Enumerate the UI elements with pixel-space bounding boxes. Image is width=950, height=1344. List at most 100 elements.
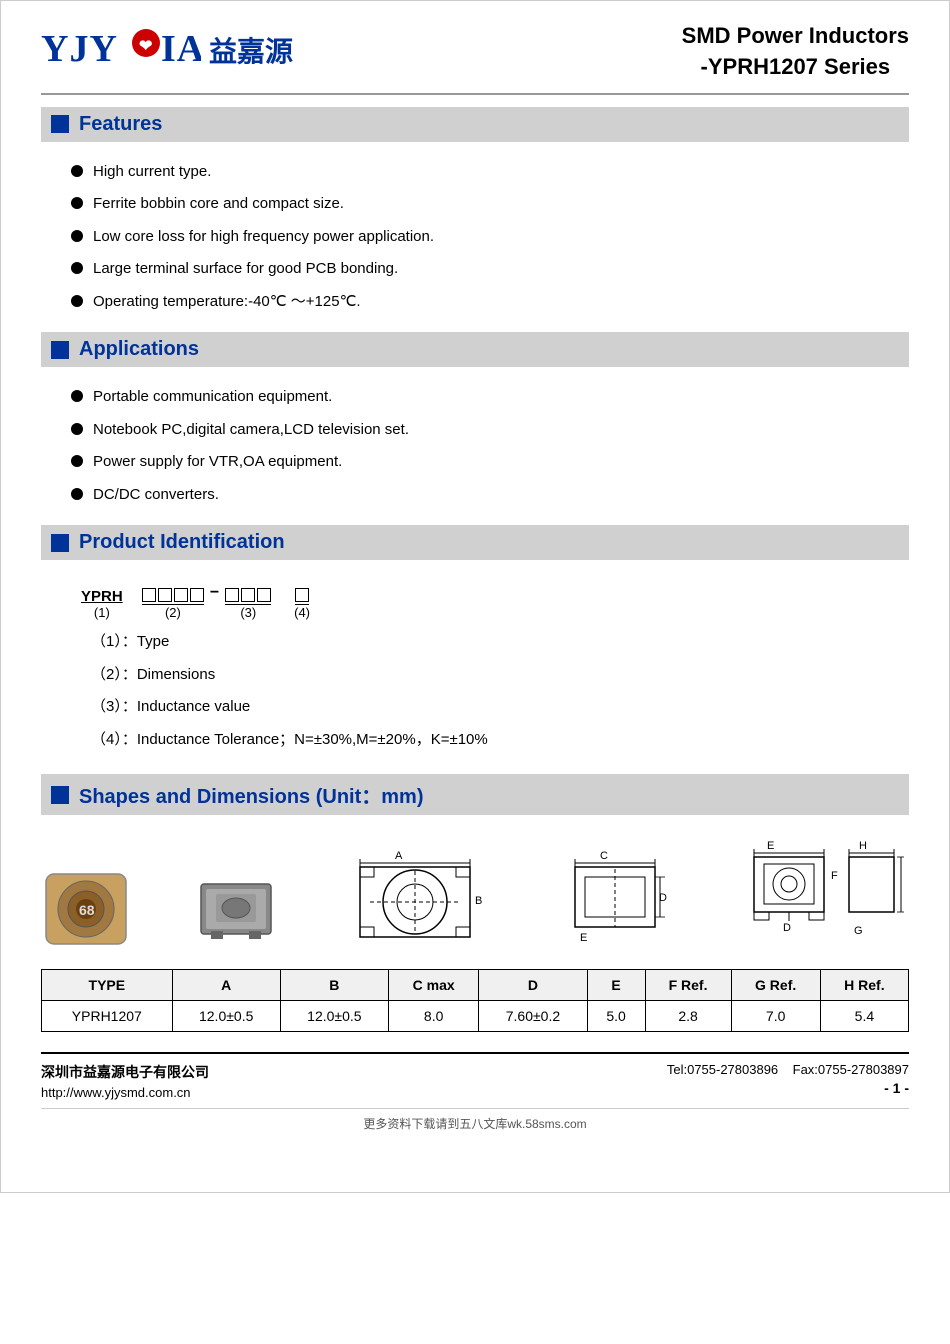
tech-drawing-top: A B xyxy=(340,849,490,949)
cell-e: 5.0 xyxy=(587,1001,645,1032)
product-id-section-header: Product Identification xyxy=(41,525,909,560)
svg-text:IA: IA xyxy=(161,28,201,70)
page-footer: 深圳市益嘉源电子有限公司 http://www.yjysmd.com.cn Te… xyxy=(41,1052,909,1100)
code-spacer2 xyxy=(277,587,288,602)
page-number: - 1 - xyxy=(884,1080,909,1096)
logo-text: YJY ❤ IA xyxy=(41,21,201,79)
dimensions-table: TYPE A B C max D E F Ref. G Ref. H Ref. … xyxy=(41,969,909,1032)
code-box xyxy=(174,588,188,602)
list-item: DC/DC converters. xyxy=(71,479,909,512)
footer-contact: Tel:0755-27803896 Fax:0755-27803897 xyxy=(667,1062,909,1077)
list-item: （4）：Inductance Tolerance；N=±30%,M=±20%，K… xyxy=(91,724,879,757)
logo-area: YJY ❤ IA 益嘉源 xyxy=(41,21,293,79)
features-section-header: Features xyxy=(41,107,909,142)
product-id-title: Product Identification xyxy=(79,531,285,554)
code-box xyxy=(241,588,255,602)
col-cmax: C max xyxy=(388,970,478,1001)
code-box xyxy=(257,588,271,602)
footer-right: Tel:0755-27803896 Fax:0755-27803897 - 1 … xyxy=(667,1062,909,1096)
diagram-area: 68 A xyxy=(41,829,909,969)
inductor-photo-svg: 68 xyxy=(41,869,131,949)
svg-text:68: 68 xyxy=(79,902,95,918)
svg-text:❤: ❤ xyxy=(139,38,153,55)
shapes-title: Shapes and Dimensions (Unit：mm) xyxy=(79,780,424,809)
list-item: Portable communication equipment. xyxy=(71,381,909,414)
code-label-2: (2) xyxy=(165,605,181,620)
svg-text:F: F xyxy=(831,870,838,882)
list-item: （2）：Dimensions xyxy=(91,659,879,692)
list-item: （1）：Type xyxy=(91,626,879,659)
bullet-dot xyxy=(71,165,83,177)
col-type: TYPE xyxy=(42,970,173,1001)
code-label-1: (1) xyxy=(94,605,110,620)
code-box xyxy=(190,588,204,602)
bullet-dot xyxy=(71,390,83,402)
list-item: Low core loss for high frequency power a… xyxy=(71,221,909,254)
table-header-row: TYPE A B C max D E F Ref. G Ref. H Ref. xyxy=(42,970,909,1001)
col-href: H Ref. xyxy=(820,970,908,1001)
code-label-4: (4) xyxy=(294,605,310,620)
bullet-dot xyxy=(71,295,83,307)
cell-cmax: 8.0 xyxy=(388,1001,478,1032)
svg-text:H: H xyxy=(859,840,867,852)
cell-type: YPRH1207 xyxy=(42,1001,173,1032)
cell-a: 12.0±0.5 xyxy=(172,1001,280,1032)
list-item: Notebook PC,digital camera,LCD televisio… xyxy=(71,414,909,447)
tech-drawing-side: C D E xyxy=(555,849,675,949)
bullet-dot xyxy=(71,197,83,209)
applications-list: Portable communication equipment. Notebo… xyxy=(41,381,909,521)
list-item: Power supply for VTR,OA equipment. xyxy=(71,446,909,479)
svg-text:G: G xyxy=(854,925,863,937)
features-list: High current type. Ferrite bobbin core a… xyxy=(41,156,909,329)
cell-d: 7.60±0.2 xyxy=(479,1001,587,1032)
list-item: Large terminal surface for good PCB bond… xyxy=(71,253,909,286)
cell-fref: 2.8 xyxy=(645,1001,731,1032)
svg-text:YJY: YJY xyxy=(41,28,118,70)
footer-left: 深圳市益嘉源电子有限公司 http://www.yjysmd.com.cn xyxy=(41,1062,209,1100)
svg-text:B: B xyxy=(475,895,482,907)
shapes-icon xyxy=(51,786,69,804)
bullet-dot xyxy=(71,455,83,467)
svg-text:E: E xyxy=(580,932,587,944)
list-item: （3）：Inductance value xyxy=(91,691,879,724)
bottom-note: 更多资料下载请到五八文库wk.58sms.com xyxy=(41,1108,909,1132)
svg-text:D: D xyxy=(783,922,791,934)
code-label-3: (3) xyxy=(240,605,256,620)
list-item: High current type. xyxy=(71,156,909,189)
col-gref: G Ref. xyxy=(731,970,820,1001)
code-box xyxy=(225,588,239,602)
company-website: http://www.yjysmd.com.cn xyxy=(41,1085,209,1100)
cell-href: 5.4 xyxy=(820,1001,908,1032)
code-box xyxy=(142,588,156,602)
features-title: Features xyxy=(79,113,162,136)
table-row: YPRH1207 12.0±0.5 12.0±0.5 8.0 7.60±0.2 … xyxy=(42,1001,909,1032)
bullet-dot xyxy=(71,423,83,435)
tech-drawing-front: E H F xyxy=(739,839,909,949)
product-id-area: YPRH (1) (2) − (3) xyxy=(41,574,909,770)
page-header: YJY ❤ IA 益嘉源 SMD Power Inductors -YPRH12… xyxy=(41,21,909,95)
page-title: SMD Power Inductors -YPRH1207 Series xyxy=(682,21,909,83)
list-item: Ferrite bobbin core and compact size. xyxy=(71,188,909,221)
svg-text:E: E xyxy=(767,840,774,852)
logo-cn: 益嘉源 xyxy=(209,30,293,70)
bullet-dot xyxy=(71,262,83,274)
code-yprh: YPRH xyxy=(81,588,123,605)
col-b: B xyxy=(280,970,388,1001)
applications-icon xyxy=(51,341,69,359)
code-dash: − xyxy=(210,584,219,602)
col-d: D xyxy=(479,970,587,1001)
company-name: 深圳市益嘉源电子有限公司 xyxy=(41,1062,209,1082)
cell-gref: 7.0 xyxy=(731,1001,820,1032)
list-item: Operating temperature:-40℃ ～+125℃. xyxy=(71,286,909,319)
applications-title: Applications xyxy=(79,338,199,361)
svg-text:C: C xyxy=(600,850,608,862)
col-e: E xyxy=(587,970,645,1001)
applications-section-header: Applications xyxy=(41,332,909,367)
code-spacer xyxy=(129,587,136,602)
code-box xyxy=(158,588,172,602)
inductor-side-svg xyxy=(196,869,276,949)
bullet-dot xyxy=(71,230,83,242)
svg-text:A: A xyxy=(395,850,403,862)
product-id-icon xyxy=(51,534,69,552)
shapes-section-header: Shapes and Dimensions (Unit：mm) xyxy=(41,774,909,815)
